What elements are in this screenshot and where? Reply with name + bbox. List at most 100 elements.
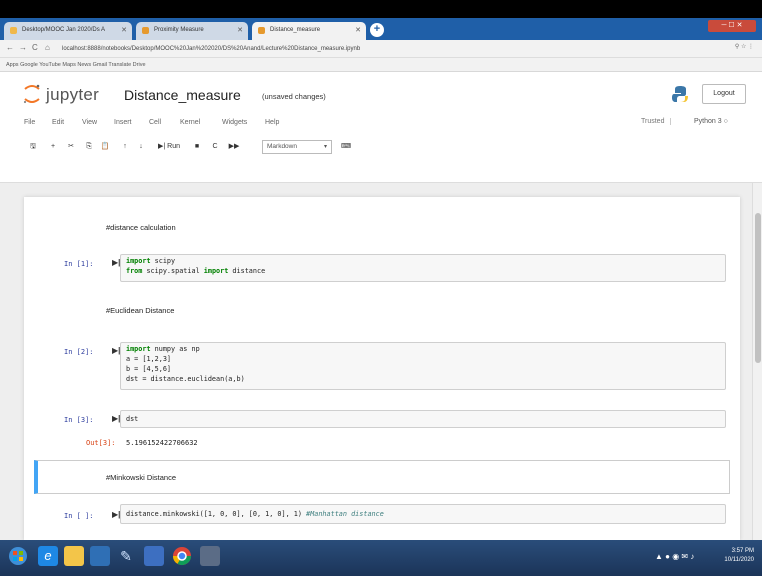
browser-actions[interactable]: ⚲ ☆ ⋮ (735, 43, 754, 50)
notebook-toolbar: 🖫 + ✂ ⎘ 📋 ↑ ↓ ▶| Run ■ C ▶▶ Markdown ▾ ⌨ (0, 138, 762, 158)
snipping-tool-icon[interactable]: ✎ (116, 546, 136, 566)
save-icon[interactable]: 🖫 (28, 140, 38, 154)
app-icon[interactable] (200, 546, 220, 566)
tab-strip: Desktop/MOOC Jan 2020/Ds A ✕ Proximity M… (0, 18, 762, 40)
restart-run-all-icon[interactable]: ▶▶ (228, 140, 240, 154)
browser-window: Desktop/MOOC Jan 2020/Ds A ✕ Proximity M… (0, 18, 762, 540)
jupyter-favicon-icon (142, 27, 149, 34)
back-icon[interactable]: ← (6, 43, 14, 52)
jupyter-favicon-icon (258, 27, 265, 34)
code-line: import scipy (126, 256, 175, 266)
move-down-icon[interactable]: ↓ (136, 140, 146, 154)
window-controls[interactable]: ─ ☐ ✕ (708, 20, 756, 32)
notebook-title[interactable]: Distance_measure (124, 87, 241, 103)
close-icon[interactable]: ✕ (355, 26, 361, 34)
clock[interactable]: 3:57 PM 10/11/2020 (724, 547, 754, 565)
clock-time: 3:57 PM (731, 548, 754, 554)
reload-icon[interactable]: C (32, 43, 38, 52)
markdown-cell-distance-calc[interactable]: #distance calculation (106, 223, 176, 232)
forward-icon[interactable]: → (19, 43, 27, 52)
output-prompt: Out[3]: (86, 439, 116, 447)
keyword: from (126, 267, 143, 275)
move-up-icon[interactable]: ↑ (120, 140, 130, 154)
windows-start-icon[interactable] (8, 546, 28, 566)
jupyter-brand[interactable]: jupyter (46, 85, 99, 105)
keyword: import (126, 345, 151, 353)
interrupt-icon[interactable]: ■ (192, 140, 202, 154)
paste-icon[interactable]: 📋 (100, 140, 110, 154)
input-prompt: In [3]: (64, 416, 94, 424)
save-status: (unsaved changes) (262, 92, 326, 101)
code-cell-3[interactable] (120, 410, 726, 428)
chrome-icon[interactable] (172, 546, 192, 566)
menu-file[interactable]: File (24, 119, 35, 126)
code-line: import numpy as np (126, 344, 200, 354)
tab-label: Desktop/MOOC Jan 2020/Ds A (22, 27, 106, 33)
python-logo-icon (672, 86, 688, 102)
code-comment: #Manhattan distance (301, 510, 384, 518)
word-icon[interactable] (144, 546, 164, 566)
code-line: dst = distance.euclidean(a,b) (126, 375, 245, 383)
markdown-cell-minkowski[interactable]: #Minkowski Distance (106, 473, 176, 482)
code-line: a = [1,2,3] (126, 355, 172, 363)
windows-taskbar: e ✎ ▲ ● ◉ ✉ ♪ 3:57 PM 10/11/2020 (0, 540, 762, 576)
menu-bar: File Edit View Insert Cell Kernel Widget… (0, 116, 762, 132)
menu-cell[interactable]: Cell (149, 119, 161, 126)
browser-tab-desktop[interactable]: Desktop/MOOC Jan 2020/Ds A ✕ (4, 22, 132, 40)
input-prompt: In [1]: (64, 260, 94, 268)
chevron-down-icon: ▾ (323, 144, 327, 150)
media-player-icon[interactable] (90, 546, 110, 566)
close-icon[interactable]: ✕ (237, 26, 243, 34)
menu-help[interactable]: Help (265, 119, 279, 126)
command-palette-icon[interactable]: ⌨ (340, 140, 352, 154)
home-icon[interactable]: ⌂ (45, 43, 50, 52)
close-icon[interactable]: ✕ (121, 26, 127, 34)
ie-icon[interactable]: e (38, 546, 58, 566)
jupyter-logo-icon[interactable] (22, 83, 42, 105)
keyword: import (203, 267, 229, 275)
url-input[interactable]: localhost:8888/notebooks/Desktop/MOOC%20… (62, 43, 662, 55)
menu-insert[interactable]: Insert (114, 119, 132, 126)
browser-tab-distance[interactable]: Distance_measure ✕ (252, 22, 366, 40)
code-line: distance.minkowski([1, 0, 0], [0, 1, 0],… (126, 509, 384, 519)
system-tray-icons[interactable]: ▲ ● ◉ ✉ ♪ (655, 552, 694, 561)
insert-cell-icon[interactable]: + (48, 140, 58, 154)
menu-edit[interactable]: Edit (52, 119, 64, 126)
logout-button[interactable]: Logout (702, 84, 746, 104)
run-icon: ▶| (158, 143, 166, 150)
menu-kernel[interactable]: Kernel (180, 119, 200, 126)
browser-tab-proximity[interactable]: Proximity Measure ✕ (136, 22, 248, 40)
kernel-name: Python 3 (694, 118, 722, 125)
screen-frame: Desktop/MOOC Jan 2020/Ds A ✕ Proximity M… (0, 0, 762, 576)
folder-icon (10, 27, 17, 34)
code-text: distance (228, 267, 266, 275)
input-prompt: In [ ]: (64, 512, 94, 520)
restart-icon[interactable]: C (210, 140, 220, 154)
input-prompt: In [2]: (64, 348, 94, 356)
file-explorer-icon[interactable] (64, 546, 84, 566)
cut-icon[interactable]: ✂ (66, 140, 76, 154)
clock-date: 10/11/2020 (724, 557, 754, 563)
code-line: b = [4,5,6] (126, 365, 172, 373)
cell-type-select[interactable]: Markdown ▾ (262, 140, 332, 154)
jupyter-header: jupyter Distance_measure (unsaved change… (0, 73, 762, 183)
keyword: import (126, 257, 151, 265)
cell-type-value: Markdown (267, 143, 297, 150)
code-line: dst (126, 415, 139, 423)
kernel-idle-icon: ○ (723, 118, 728, 125)
copy-icon[interactable]: ⎘ (84, 140, 94, 154)
page-scrollbar[interactable] (752, 183, 762, 540)
markdown-cell-euclidean[interactable]: #Euclidean Distance (106, 306, 174, 315)
run-label: Run (167, 143, 180, 150)
menu-widgets[interactable]: Widgets (222, 119, 247, 126)
output-value: 5.196152422706632 (126, 439, 198, 447)
code-line: from scipy.spatial import distance (126, 266, 265, 276)
run-button[interactable]: ▶| Run (154, 140, 184, 154)
code-text: distance.minkowski([1, 0, 0], [0, 1, 0],… (126, 510, 302, 518)
code-text: scipy (150, 257, 176, 265)
scrollbar-thumb[interactable] (755, 213, 761, 363)
menu-view[interactable]: View (82, 119, 97, 126)
new-tab-button[interactable]: + (370, 23, 384, 37)
bookmarks-bar[interactable]: Apps Google YouTube Maps News Gmail Tran… (0, 58, 762, 72)
trusted-indicator[interactable]: Trusted (641, 118, 672, 125)
